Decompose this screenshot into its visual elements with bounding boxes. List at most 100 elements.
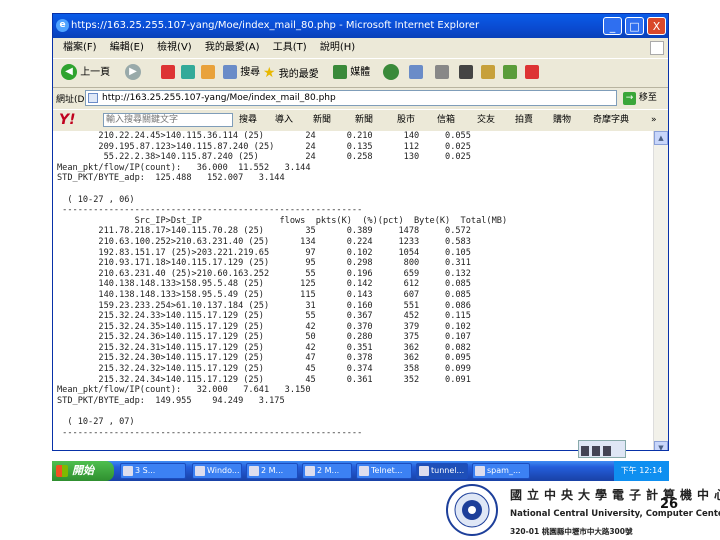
mail-log-text: 210.22.24.45>140.115.36.114 (25) 24 0.21… (57, 131, 508, 438)
taskbar-item[interactable]: 2 M... (302, 463, 352, 479)
menu-help[interactable]: 說明(H) (320, 42, 355, 53)
taskbar-item[interactable]: 3 S... (120, 463, 186, 479)
app-icon (419, 466, 429, 476)
favorites-label: 我的最愛 (278, 69, 319, 80)
edit-icon (459, 65, 473, 79)
home-icon (201, 65, 215, 79)
discuss-icon (481, 65, 495, 79)
go-button[interactable]: → 移至 (623, 90, 657, 106)
taskbar-item-label: Telnet... (371, 466, 403, 475)
back-label: 上一頁 (80, 67, 111, 78)
stop-button[interactable] (161, 64, 175, 82)
yahoo-stock-button[interactable]: 股市 (397, 113, 415, 127)
yahoo-news2-button[interactable]: 新聞 (355, 113, 373, 127)
search-button[interactable]: 搜尋 (223, 64, 260, 82)
search-icon (223, 65, 237, 79)
forward-button[interactable]: ▶ (125, 64, 141, 82)
go-arrow-icon: → (623, 92, 636, 105)
address-bar: 網址(D) http://163.25.255.107-yang/Moe/ind… (53, 88, 668, 108)
title-bar[interactable]: e https://163.25.255.107-yang/Moe/index_… (53, 14, 668, 38)
refresh-button[interactable] (181, 64, 195, 82)
menu-edit[interactable]: 編輯(E) (110, 42, 144, 53)
yahoo-auction-button[interactable]: 拍賣 (515, 113, 533, 127)
search-label: 搜尋 (240, 67, 261, 78)
taskbar-item-label: Windo... (207, 466, 240, 475)
menu-bar: 檔案(F) 編輯(E) 檢視(V) 我的最愛(A) 工具(T) 說明(H) (53, 39, 668, 57)
taskbar-item[interactable]: Telnet... (356, 463, 412, 479)
menu-view[interactable]: 檢視(V) (157, 42, 192, 53)
research-button[interactable] (525, 64, 539, 82)
taskbar-item[interactable]: tunnel... (416, 463, 468, 479)
media-icon (333, 65, 347, 79)
close-button[interactable]: X (647, 17, 666, 35)
taskbar-item-label: 2 M... (317, 466, 340, 475)
messenger-button[interactable] (503, 64, 517, 82)
forward-arrow-icon: ▶ (125, 64, 141, 80)
organization-name-zh: 國立中央大學電子計算機中心 (510, 488, 720, 502)
yahoo-search-input[interactable]: 輸入搜尋關鍵文字 (103, 113, 233, 127)
app-icon (249, 466, 259, 476)
taskbar-item-label: 3 S... (135, 466, 156, 475)
address-label: 網址(D) (56, 95, 88, 105)
toolbar-more-button[interactable]: » (651, 113, 657, 127)
media-button[interactable]: 媒體 (333, 64, 370, 82)
yahoo-logo[interactable]: Y! (59, 112, 76, 128)
taskbar-item-label: 2 M... (261, 466, 284, 475)
mail-icon (409, 65, 423, 79)
start-button[interactable]: 開始 (52, 461, 114, 481)
organization-block: 國立中央大學電子計算機中心 National Central Universit… (510, 486, 720, 537)
yahoo-toolbar: Y! 輸入搜尋關鍵文字 搜尋 導入 新聞 新聞 股市 信箱 交友 拍賣 購物 奇… (53, 109, 668, 130)
app-icon (195, 466, 205, 476)
yahoo-dating-button[interactable]: 交友 (477, 113, 495, 127)
favorites-button[interactable]: ★ 我的最愛 (263, 64, 319, 82)
yahoo-news-button[interactable]: 新聞 (313, 113, 331, 127)
maximize-button[interactable]: □ (625, 17, 644, 35)
menu-file[interactable]: 檔案(F) (63, 42, 97, 53)
organization-address: 320-01 桃園縣中壢市中大路300號 (510, 527, 633, 536)
yahoo-mail-button[interactable]: 信箱 (437, 113, 455, 127)
discuss-button[interactable] (481, 64, 495, 82)
page-icon (88, 93, 98, 103)
star-icon: ★ (263, 65, 276, 81)
history-icon (383, 64, 399, 80)
taskbar-item[interactable]: 2 M... (246, 463, 298, 479)
taskbar-item-label: tunnel... (431, 466, 465, 475)
page-content: 210.22.24.45>140.115.36.114 (25) 24 0.21… (53, 131, 653, 450)
print-icon (435, 65, 449, 79)
window-title: https://163.25.255.107-yang/Moe/index_ma… (71, 20, 480, 31)
address-value: http://163.25.255.107-yang/Moe/index_mai… (102, 93, 336, 103)
scroll-up-icon[interactable]: ▲ (654, 131, 668, 145)
yahoo-search-button[interactable]: 搜尋 (239, 113, 257, 127)
language-bar[interactable] (578, 440, 626, 458)
menu-tools[interactable]: 工具(T) (273, 42, 307, 53)
yahoo-dictionary-button[interactable]: 奇摩字典 (593, 113, 629, 127)
back-button[interactable]: ◀ 上一頁 (61, 64, 110, 82)
yahoo-shopping-button[interactable]: 購物 (553, 113, 571, 127)
ie-logo-icon: e (56, 19, 69, 32)
scroll-down-icon[interactable]: ▼ (654, 441, 668, 450)
vertical-scrollbar[interactable]: ▲ ▼ (653, 131, 668, 450)
app-icon (123, 466, 133, 476)
menu-favorites[interactable]: 我的最愛(A) (205, 42, 260, 53)
yahoo-import-button[interactable]: 導入 (275, 113, 293, 127)
clock: 下午 12:14 (614, 461, 669, 481)
home-button[interactable] (201, 64, 215, 82)
mail-button[interactable] (409, 64, 423, 82)
taskbar-item[interactable]: Windo... (192, 463, 242, 479)
stop-icon (161, 65, 175, 79)
windows-logo-icon (650, 41, 664, 55)
keyboard-icon (581, 446, 589, 456)
minimize-button[interactable]: _ (603, 17, 622, 35)
browser-window: e https://163.25.255.107-yang/Moe/index_… (52, 13, 669, 451)
taskbar-item[interactable]: spam_... (472, 463, 530, 479)
print-button[interactable] (435, 64, 449, 82)
app-icon (305, 466, 315, 476)
university-seal-icon (446, 484, 498, 536)
taskbar: 開始 3 S... Windo... 2 M... 2 M... Telnet... tu… (52, 461, 669, 481)
address-input[interactable]: http://163.25.255.107-yang/Moe/index_mai… (85, 90, 617, 106)
media-label: 媒體 (350, 67, 371, 78)
history-button[interactable] (383, 64, 399, 82)
refresh-icon (181, 65, 195, 79)
edit-button[interactable] (459, 64, 473, 82)
organization-name-en: National Central University, Computer Ce… (510, 509, 720, 519)
